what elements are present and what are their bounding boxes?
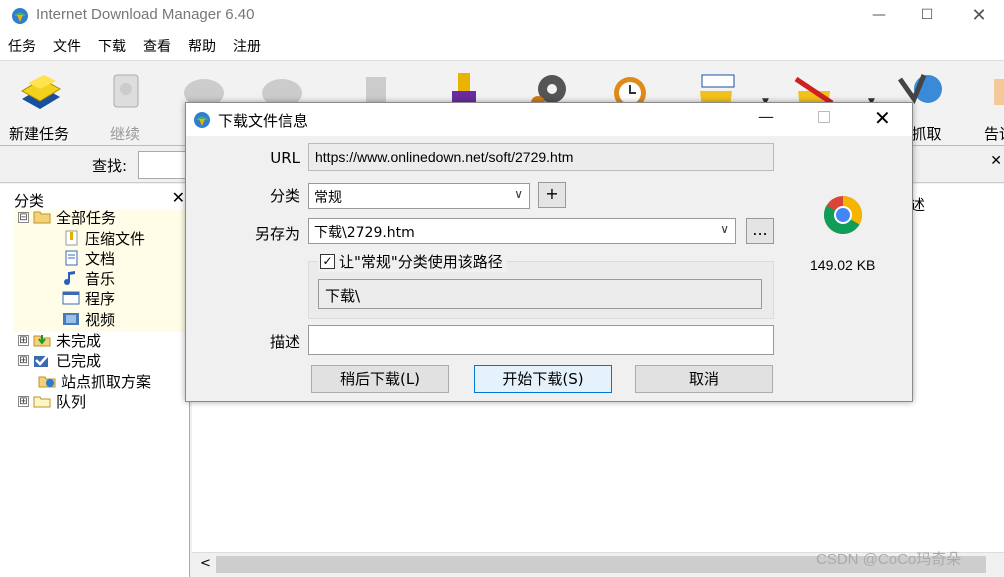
save-as-select[interactable]: 下载\2729.htm ∨ — [308, 218, 736, 244]
incomplete-folder-icon — [33, 335, 51, 347]
dialog-maximize-button — [818, 111, 830, 123]
close-search-icon[interactable]: ✕ — [990, 153, 1002, 169]
menu-bar: 任务 文件 下载 查看 帮助 注册 — [0, 32, 1004, 60]
checkbox-icon[interactable]: ✓ — [320, 254, 335, 269]
browse-button[interactable]: ... — [746, 218, 774, 244]
download-later-button[interactable]: 稍后下载(L) — [311, 365, 449, 393]
program-window-icon — [62, 291, 80, 305]
save-as-label: 另存为 — [254, 225, 300, 243]
menu-file[interactable]: 文件 — [53, 36, 81, 56]
scroll-left-icon[interactable]: < — [200, 556, 211, 571]
use-path-checkbox[interactable]: ✓ 让"常规"分类使用该路径 — [318, 251, 507, 272]
tree-item-music[interactable]: 音乐 — [62, 268, 115, 288]
tree-item-queues[interactable]: ⊞ 队列 — [18, 391, 86, 411]
minimize-button[interactable]: — — [856, 0, 902, 30]
menu-download[interactable]: 下载 — [98, 36, 126, 56]
document-icon — [65, 250, 78, 266]
title-bar: Internet Download Manager 6.40 — ☐ ✕ — [0, 0, 1004, 32]
url-field[interactable]: https://www.onlinedown.net/soft/2729.htm — [308, 143, 774, 171]
cancel-button[interactable]: 取消 — [635, 365, 773, 393]
chrome-icon — [823, 196, 863, 235]
tree-item-completed[interactable]: ⊞ 已完成 — [18, 350, 101, 370]
tell-friend-icon — [994, 79, 1004, 105]
resume-icon — [113, 74, 139, 108]
start-download-button[interactable]: 开始下载(S) — [474, 365, 612, 393]
menu-help[interactable]: 帮助 — [188, 36, 216, 56]
folder-open-icon — [33, 211, 51, 224]
check-icon — [34, 353, 50, 367]
dialog-title: 下载文件信息 — [218, 112, 309, 130]
expand-icon[interactable]: ⊞ — [18, 334, 29, 346]
menu-task[interactable]: 任务 — [8, 36, 36, 56]
add-category-button[interactable]: + — [538, 182, 566, 208]
zip-file-icon — [65, 230, 78, 246]
url-label: URL — [270, 149, 300, 167]
file-size: 149.02 KB — [810, 257, 876, 273]
category-select[interactable]: 常规 ∨ — [308, 183, 530, 209]
resume-button[interactable]: 继续 — [86, 63, 164, 145]
menu-register[interactable]: 注册 — [233, 36, 261, 56]
category-sidebar: 分类 ✕ ⊟ 全部任务 压缩文件 文档 音乐 程序 视频 ⊞ 未完成 ⊞ 已完成… — [0, 184, 190, 577]
find-label: 查找: — [92, 157, 128, 175]
dialog-title-bar: 下载文件信息 — ✕ — [186, 103, 912, 136]
watermark: CSDN @CoCo玛奇朵 — [816, 551, 962, 568]
idm-app-icon — [12, 8, 28, 24]
tree-item-compressed[interactable]: 压缩文件 — [62, 228, 145, 248]
close-button[interactable]: ✕ — [956, 0, 1002, 30]
new-task-icon — [21, 75, 61, 109]
tree-item-incomplete[interactable]: ⊞ 未完成 — [18, 330, 101, 350]
dialog-minimize-button[interactable]: — — [758, 107, 774, 126]
queue-folder-icon — [33, 396, 51, 408]
tell-friend-button[interactable]: 告诉 — [960, 63, 1004, 145]
tree-item-video[interactable]: 视频 — [62, 309, 115, 329]
description-input[interactable] — [308, 325, 774, 355]
dialog-close-button[interactable]: ✕ — [874, 106, 891, 130]
tree-item-site-grabber[interactable]: 站点抓取方案 — [38, 371, 151, 391]
download-file-info-dialog: 下载文件信息 — ✕ URL https://www.onlinedown.ne… — [185, 102, 913, 402]
tree-item-all-tasks[interactable]: ⊟ 全部任务 — [18, 207, 116, 227]
film-icon — [63, 313, 79, 325]
site-grabber-folder-icon — [38, 376, 56, 388]
chevron-down-icon: ∨ — [514, 187, 523, 201]
tree-item-programs[interactable]: 程序 — [62, 288, 115, 308]
description-label: 描述 — [269, 333, 300, 351]
window-title: Internet Download Manager 6.40 — [36, 6, 255, 23]
menu-view[interactable]: 查看 — [143, 36, 171, 56]
collapse-icon[interactable]: ⊟ — [18, 211, 29, 223]
expand-icon[interactable]: ⊞ — [18, 395, 29, 407]
close-sidebar-icon[interactable]: ✕ — [172, 188, 185, 207]
category-label: 分类 — [269, 187, 300, 205]
maximize-button[interactable]: ☐ — [904, 0, 950, 30]
idm-dialog-icon — [194, 112, 210, 128]
music-note-icon — [64, 271, 75, 285]
new-task-button[interactable]: 新建任务 — [0, 63, 78, 145]
chevron-down-icon: ∨ — [720, 222, 729, 236]
tree-item-documents[interactable]: 文档 — [62, 248, 115, 268]
expand-icon[interactable]: ⊞ — [18, 354, 29, 366]
category-path-field[interactable]: 下载\ — [318, 279, 762, 309]
